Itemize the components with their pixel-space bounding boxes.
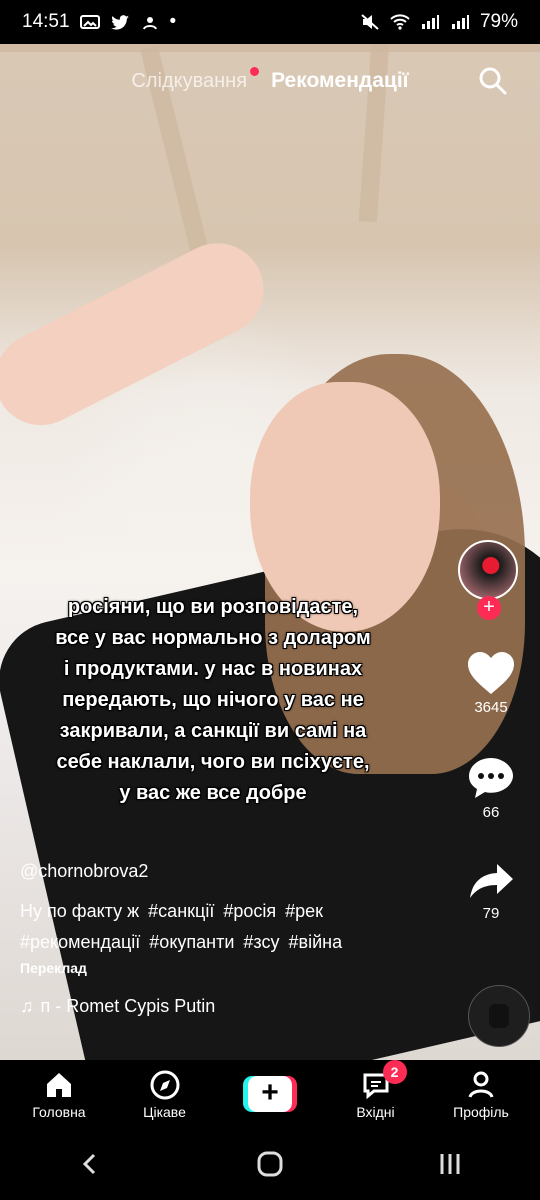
hashtag[interactable]: #рек bbox=[285, 901, 323, 921]
hashtag[interactable]: #окупанти bbox=[149, 932, 234, 952]
music-note-icon: ♫ bbox=[20, 996, 34, 1016]
create-button[interactable]: + bbox=[235, 1076, 305, 1112]
hashtag[interactable]: #санкції bbox=[148, 901, 214, 921]
video-caption: росіяни, що ви розповідаєте, все у вас н… bbox=[55, 596, 371, 804]
create-plus-icon: + bbox=[243, 1076, 297, 1112]
like-count: 3645 bbox=[474, 699, 508, 716]
mute-icon bbox=[361, 14, 379, 30]
nav-inbox[interactable]: 2 Вхідні bbox=[341, 1059, 411, 1120]
app-icon bbox=[142, 17, 157, 30]
back-icon[interactable] bbox=[65, 1144, 115, 1184]
inbox-badge: 2 bbox=[382, 1059, 407, 1084]
nav-discover[interactable]: Цікаве bbox=[130, 1069, 200, 1120]
share-arrow-icon bbox=[470, 864, 513, 898]
music-disc[interactable] bbox=[468, 985, 530, 1047]
author-username[interactable]: @chornobrova2 bbox=[20, 861, 440, 882]
search-icon[interactable] bbox=[478, 66, 508, 96]
nav-profile[interactable]: Профіль bbox=[446, 1069, 516, 1120]
comment-icon bbox=[469, 758, 513, 798]
person-arm bbox=[0, 227, 280, 441]
profile-icon bbox=[468, 1071, 494, 1098]
comment-count: 66 bbox=[482, 804, 500, 821]
music-info[interactable]: ♫ п - Romet Cypis Putin bbox=[20, 996, 440, 1017]
hashtag[interactable]: #війна bbox=[289, 932, 343, 952]
bottom-navigation: Головна Цікаве + 2 Вхідні Профіль bbox=[0, 1059, 540, 1128]
status-right: 79% bbox=[360, 11, 518, 33]
translate-button[interactable]: Переклад bbox=[20, 960, 440, 976]
status-left: 14:51 • bbox=[22, 11, 176, 33]
like-button[interactable]: 3645 bbox=[458, 650, 524, 716]
battery-text: 79% bbox=[479, 11, 518, 32]
feed-tabs: Слідкування Рекомендації bbox=[0, 44, 540, 118]
status-dot: • bbox=[169, 11, 177, 32]
author-avatar[interactable]: + bbox=[458, 540, 522, 620]
share-count: 79 bbox=[482, 905, 500, 922]
gallery-icon bbox=[79, 15, 100, 29]
hashtag[interactable]: #рекомендації bbox=[20, 932, 140, 952]
comment-button[interactable]: 66 bbox=[458, 755, 524, 821]
hashtag[interactable]: #росія bbox=[223, 901, 276, 921]
share-button[interactable]: 79 bbox=[458, 860, 524, 922]
recent-apps-icon[interactable] bbox=[425, 1144, 475, 1184]
new-dot-icon bbox=[250, 66, 260, 76]
twitter-icon bbox=[110, 15, 129, 30]
post-description: Ну по факту ж #санкції #росія #рек #реко… bbox=[20, 896, 440, 958]
status-time: 14:51 bbox=[22, 11, 70, 32]
signal-icon bbox=[451, 15, 469, 29]
home-icon bbox=[47, 1072, 71, 1097]
tab-following-label: Слідкування bbox=[131, 69, 248, 92]
nav-profile-label: Профіль bbox=[453, 1103, 509, 1120]
follow-button[interactable]: + bbox=[477, 596, 501, 620]
system-navigation bbox=[0, 1128, 540, 1200]
description-text: Ну по факту ж bbox=[20, 901, 140, 921]
signal-icon bbox=[421, 15, 439, 29]
music-title: п - Romet Cypis Putin bbox=[40, 996, 216, 1016]
compass-icon bbox=[150, 1070, 179, 1099]
nav-discover-label: Цікаве bbox=[143, 1103, 186, 1120]
tab-recommended[interactable]: Рекомендації bbox=[271, 69, 409, 93]
nav-inbox-label: Вхідні bbox=[356, 1103, 395, 1120]
nav-home-label: Головна bbox=[32, 1103, 86, 1120]
status-bar: 14:51 • 79% bbox=[0, 0, 540, 44]
heart-icon bbox=[468, 652, 514, 694]
nav-home[interactable]: Головна bbox=[24, 1069, 94, 1120]
tab-following[interactable]: Слідкування bbox=[131, 66, 260, 93]
home-circle-icon[interactable] bbox=[245, 1144, 295, 1184]
post-meta: @chornobrova2 Ну по факту ж #санкції #ро… bbox=[20, 861, 440, 1017]
disc-thumbnail bbox=[489, 1004, 509, 1028]
avatar[interactable] bbox=[458, 540, 518, 600]
wifi-icon bbox=[390, 14, 410, 30]
hashtag[interactable]: #зсу bbox=[243, 932, 279, 952]
